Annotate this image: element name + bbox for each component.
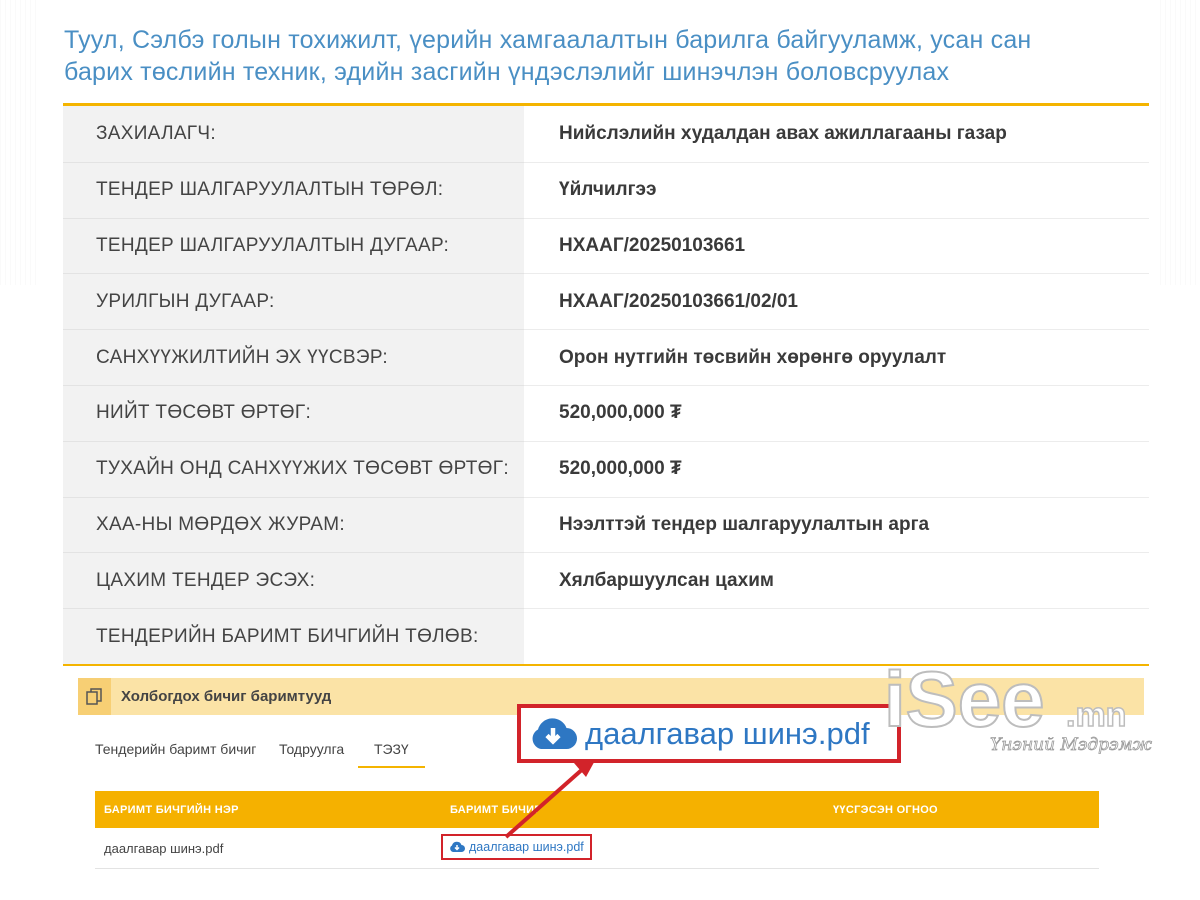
detail-label: ЗАХИАЛАГЧ: (63, 106, 524, 162)
isee-watermark-logo: iSee .mn Үнэний Мэдрэмж (883, 654, 1153, 755)
detail-label: УРИЛГЫН ДУГААР: (63, 273, 524, 330)
detail-value: НХААГ/20250103661 (524, 217, 1149, 274)
detail-row: ТЕНДЕР ШАЛГАРУУЛАЛТЫН ТӨРӨЛ: Үйлчилгээ (63, 161, 1149, 218)
column-header-name: БАРИМТ БИЧГИЙН НЭР (104, 803, 239, 816)
detail-value: Хялбаршуулсан цахим (524, 552, 1149, 609)
tab-tender-documents[interactable]: Тендерийн баримт бичиг (95, 733, 256, 766)
tab-clarifications[interactable]: Тодруулга (279, 733, 344, 766)
page-title: Туул, Сэлбэ голын тохижилт, үерийн хамга… (64, 26, 1032, 86)
detail-label: ХАА-НЫ МӨРДӨХ ЖУРАМ: (63, 496, 524, 553)
detail-row: НИЙТ ТӨСӨВТ ӨРТӨГ: 520,000,000 ₮ (63, 384, 1149, 441)
detail-value: Үйлчилгээ (524, 161, 1149, 218)
detail-value: НХААГ/20250103661/02/01 (524, 273, 1149, 330)
svg-text:.mn: .mn (1066, 696, 1126, 734)
cloud-download-icon (532, 717, 577, 749)
detail-row: ЦАХИМ ТЕНДЕР ЭСЭХ: Хялбаршуулсан цахим (63, 552, 1149, 609)
documents-icon (78, 678, 111, 715)
detail-row: ТЕНДЕР ШАЛГАРУУЛАЛТЫН ДУГААР: НХААГ/20250… (63, 217, 1149, 274)
detail-label: ТЕНДЕР ШАЛГАРУУЛАЛТЫН ДУГААР: (63, 217, 524, 274)
callout-file-name: даалгавар шинэ.pdf (585, 715, 870, 751)
document-name: даалгавар шинэ.pdf (104, 840, 224, 856)
detail-label: САНХҮҮЖИЛТИЙН ЭХ ҮҮСВЭР: (63, 329, 524, 385)
detail-row: САНХҮҮЖИЛТИЙН ЭХ ҮҮСВЭР: Орон нутгийн төс… (63, 329, 1149, 385)
detail-value: Нээлттэй тендер шалгаруулалтын арга (524, 496, 1149, 553)
detail-label: НИЙТ ТӨСӨВТ ӨРТӨГ: (63, 384, 524, 441)
svg-text:Үнэний Мэдрэмж: Үнэний Мэдрэмж (990, 735, 1153, 755)
detail-row: ХАА-НЫ МӨРДӨХ ЖУРАМ: Нээлттэй тендер шалг… (63, 496, 1149, 553)
tab-feasibility-study[interactable]: ТЭЗҮ (358, 733, 425, 768)
detail-label: ТЕНДЕРИЙН БАРИМТ БИЧГИЙН ТӨЛӨВ: (63, 608, 524, 664)
detail-value: 520,000,000 ₮ (524, 440, 1149, 497)
tender-details-table: ЗАХИАЛАГЧ: Нийслэлийн худалдан авах ажилл… (63, 103, 1149, 666)
detail-value: Орон нутгийн төсвийн хөрөнгө оруулалт (524, 329, 1149, 385)
detail-row: УРИЛГЫН ДУГААР: НХААГ/20250103661/02/01 (63, 273, 1149, 330)
detail-label: ТУХАЙН ОНД САНХҮҮЖИХ ТӨСӨВТ ӨРТӨГ: (63, 440, 524, 497)
detail-row: ЗАХИАЛАГЧ: Нийслэлийн худалдан авах ажилл… (63, 106, 1149, 162)
column-header-created-date: ҮҮСГЭСЭН ОГНОО (833, 803, 938, 816)
related-documents-label: Холбогдох бичиг баримтууд (121, 688, 332, 705)
zoomed-file-callout[interactable]: даалгавар шинэ.pdf (517, 704, 901, 763)
detail-value: 520,000,000 ₮ (524, 384, 1149, 441)
detail-label: ЦАХИМ ТЕНДЕР ЭСЭХ: (63, 552, 524, 609)
detail-label: ТЕНДЕР ШАЛГАРУУЛАЛТЫН ТӨРӨЛ: (63, 161, 524, 218)
svg-text:iSee: iSee (884, 655, 1044, 743)
cloud-download-icon (450, 841, 465, 852)
detail-value: Нийслэлийн худалдан авах ажиллагааны газ… (524, 106, 1149, 162)
detail-row: ТУХАЙН ОНД САНХҮҮЖИХ ТӨСӨВТ ӨРТӨГ: 520,00… (63, 440, 1149, 497)
